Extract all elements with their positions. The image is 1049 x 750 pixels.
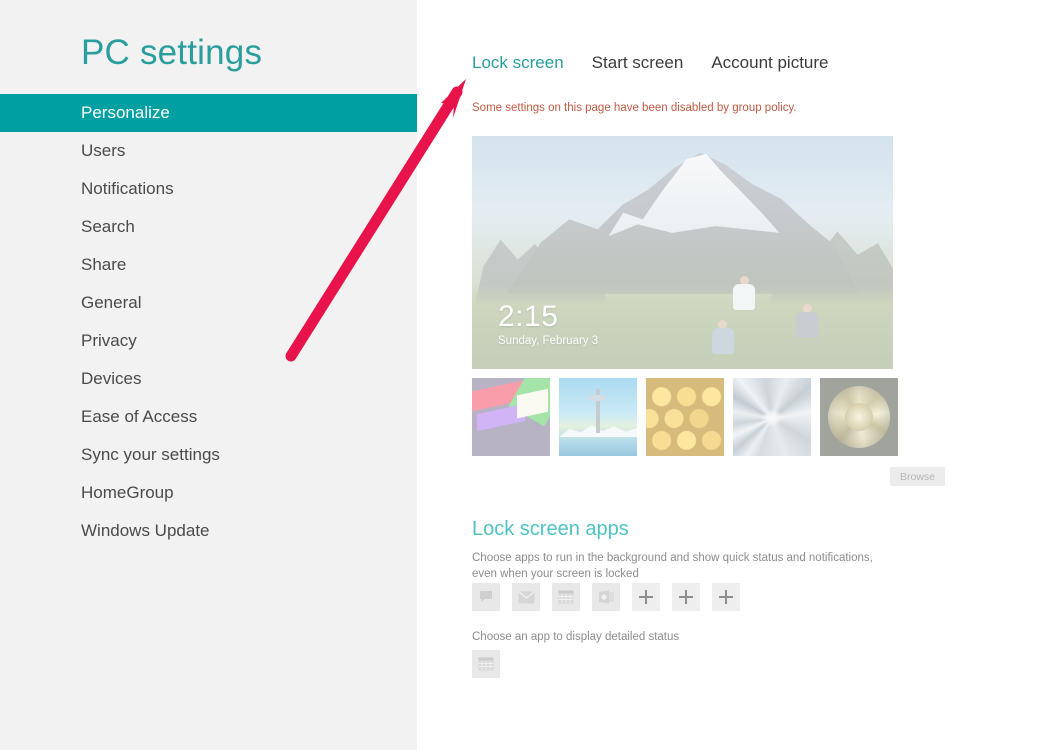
tab-start-screen[interactable]: Start screen <box>592 53 684 73</box>
wallpaper-thumbnail-light-tunnel[interactable] <box>733 378 811 456</box>
page-title: PC settings <box>81 33 263 72</box>
settings-sidebar: PC settings Personalize Users Notification… <box>0 0 417 750</box>
calendar-icon <box>558 589 574 605</box>
lock-screen-app-tile[interactable] <box>512 583 540 611</box>
weather-icon <box>598 590 615 604</box>
wallpaper-thumbnail-list <box>472 378 898 456</box>
wallpaper-thumbnail-nautilus[interactable] <box>820 378 898 456</box>
thumbnail-dim-overlay <box>646 378 724 456</box>
detailed-status-tile-row <box>472 650 500 678</box>
thumbnail-dim-overlay <box>820 378 898 456</box>
wallpaper-thumbnail-space-needle[interactable] <box>559 378 637 456</box>
sidebar-item-search[interactable]: Search <box>0 208 417 246</box>
sidebar-nav-list: Personalize Users Notifications Search Share… <box>0 94 417 550</box>
lock-screen-app-tile[interactable] <box>592 583 620 611</box>
messaging-icon <box>478 589 494 605</box>
lock-screen-app-tile[interactable] <box>552 583 580 611</box>
sidebar-item-notifications[interactable]: Notifications <box>0 170 417 208</box>
sidebar-item-windows-update[interactable]: Windows Update <box>0 512 417 550</box>
lock-screen-preview[interactable]: 2:15 Sunday, February 3 <box>472 136 893 369</box>
sidebar-item-ease-of-access[interactable]: Ease of Access <box>0 398 417 436</box>
tab-lock-screen[interactable]: Lock screen <box>472 53 564 73</box>
lock-screen-apps-tile-row <box>472 583 740 611</box>
wallpaper-thumbnail-abstract[interactable] <box>472 378 550 456</box>
lock-screen-app-tile[interactable] <box>472 583 500 611</box>
sidebar-item-personalize[interactable]: Personalize <box>0 94 417 132</box>
lock-screen-time: 2:15 <box>498 299 559 333</box>
lock-screen-app-tile[interactable] <box>472 650 500 678</box>
sidebar-item-sync-your-settings[interactable]: Sync your settings <box>0 436 417 474</box>
group-policy-warning: Some settings on this page have been dis… <box>472 102 797 114</box>
lock-screen-apps-description: Choose apps to run in the background and… <box>472 552 873 580</box>
detailed-status-description: Choose an app to display detailed status <box>472 631 680 643</box>
browse-button[interactable]: Browse <box>890 467 945 486</box>
sidebar-item-users[interactable]: Users <box>0 132 417 170</box>
calendar-icon <box>478 656 494 672</box>
lock-screen-clock: 2:15 Sunday, February 3 <box>498 299 599 347</box>
sidebar-item-share[interactable]: Share <box>0 246 417 284</box>
lock-screen-apps-heading: Lock screen apps <box>472 518 629 540</box>
add-lock-screen-app-button[interactable] <box>632 583 660 611</box>
thumbnail-dim-overlay <box>559 378 637 456</box>
sidebar-item-devices[interactable]: Devices <box>0 360 417 398</box>
add-lock-screen-app-button[interactable] <box>712 583 740 611</box>
thumbnail-dim-overlay <box>733 378 811 456</box>
content-tabs: Lock screen Start screen Account picture <box>472 53 829 73</box>
tab-account-picture[interactable]: Account picture <box>711 53 828 73</box>
mail-icon <box>517 590 535 604</box>
wallpaper-thumbnail-honeycomb[interactable] <box>646 378 724 456</box>
sidebar-item-privacy[interactable]: Privacy <box>0 322 417 360</box>
sidebar-item-general[interactable]: General <box>0 284 417 322</box>
add-lock-screen-app-button[interactable] <box>672 583 700 611</box>
sidebar-item-homegroup[interactable]: HomeGroup <box>0 474 417 512</box>
settings-content-pane: Lock screen Start screen Account picture S… <box>417 0 1049 750</box>
lock-screen-date: Sunday, February 3 <box>498 335 599 347</box>
thumbnail-dim-overlay <box>472 378 550 456</box>
